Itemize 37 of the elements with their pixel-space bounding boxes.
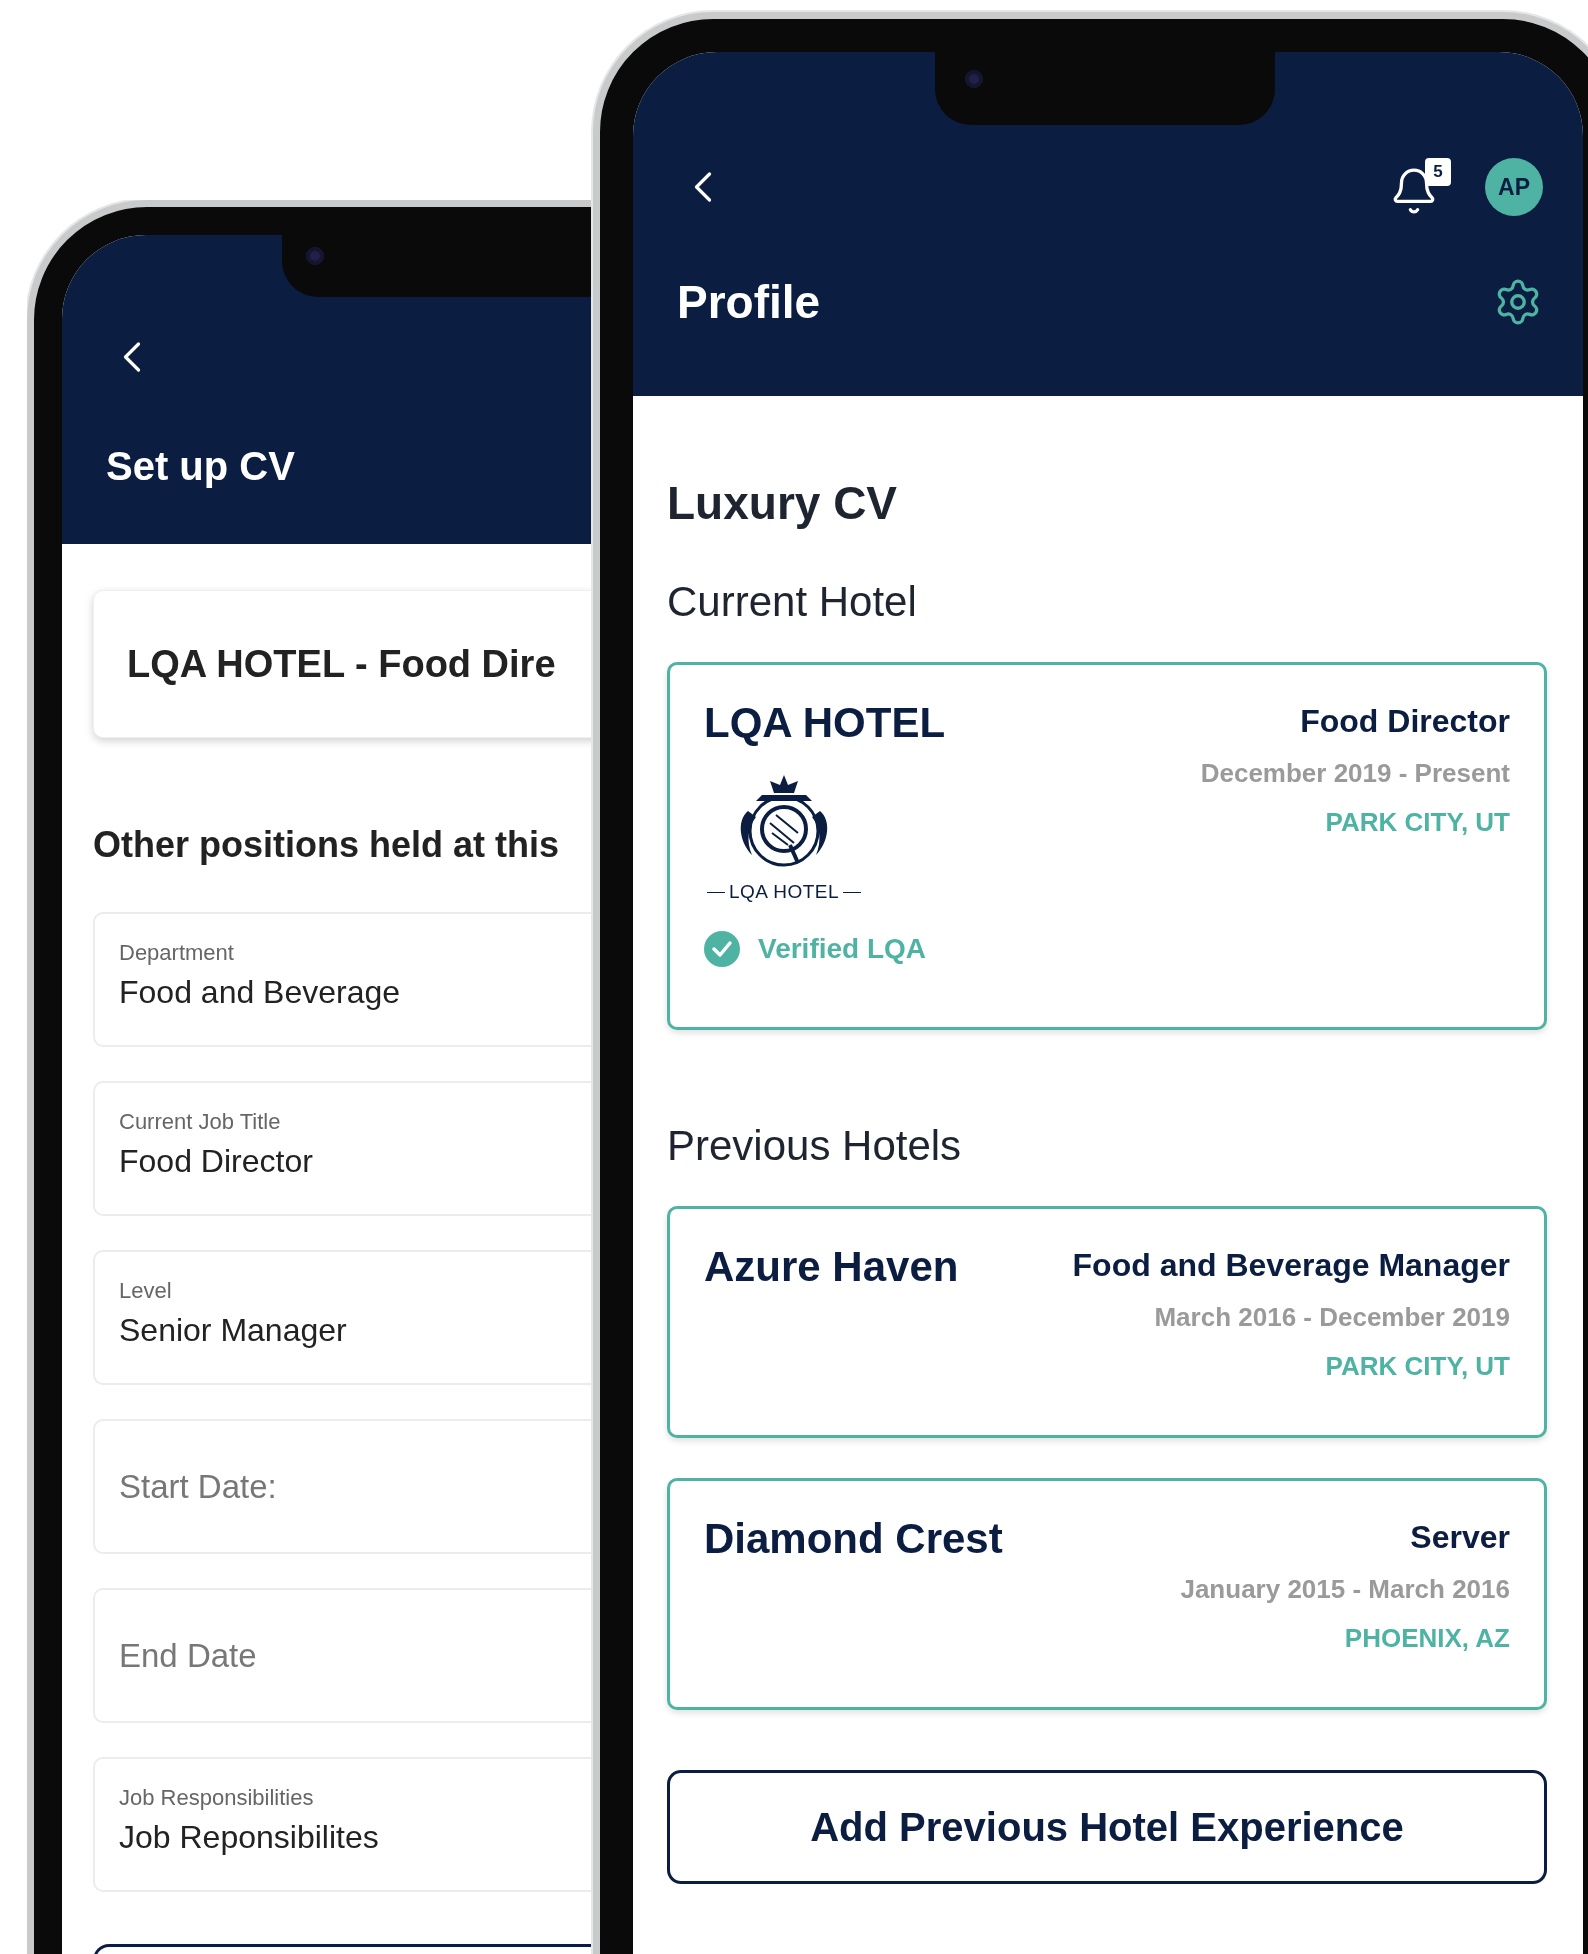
screen-title: Set up CV	[106, 444, 295, 489]
section-heading: Previous Hotels	[667, 1122, 963, 1170]
text-field[interactable]: Department Food and Beverage	[93, 912, 593, 1047]
notification-count: 5	[1425, 158, 1451, 186]
check-circle-icon	[704, 931, 740, 967]
hotel-card[interactable]: Azure Haven Food and Beverage Manager March 2016 - December 2019 PARK CITY, UT	[667, 1206, 1547, 1438]
page-title: Luxury CV	[667, 476, 899, 530]
avatar-button[interactable]: AP	[1485, 158, 1543, 216]
text-field[interactable]: Level Senior Manager	[93, 1250, 593, 1385]
date-field[interactable]: End Date	[93, 1588, 593, 1723]
hotel-name: LQA HOTEL	[704, 699, 946, 747]
section-heading: Current Hotel	[667, 578, 918, 626]
hotel-card[interactable]: Diamond Crest Server January 2015 - March 2016 PHOENIX, AZ	[667, 1478, 1547, 1710]
camera-icon	[306, 247, 324, 265]
hotel-location: PARK CITY, UT	[1325, 807, 1510, 838]
job-role: Food and Beverage Manager	[1072, 1247, 1510, 1284]
section-heading: Other positions held at this	[93, 824, 561, 866]
employment-dates: December 2019 - Present	[1200, 758, 1510, 789]
add-experience-button[interactable]: Add Previous Hotel Experience	[667, 1770, 1547, 1884]
text-field[interactable]: Current Job Title Food Director	[93, 1081, 593, 1216]
job-role: Food Director	[1300, 703, 1510, 740]
notification-bell-button[interactable]: 5	[1389, 158, 1451, 216]
hotel-card[interactable]: LQA HOTEL LQA HOTEL Verified LQA Food Director December 2019 - Present PARK CITY, UT	[667, 662, 1547, 1030]
screen-title: Profile	[677, 275, 821, 329]
hotel-name: Azure Haven	[704, 1243, 959, 1291]
job-role: Server	[1410, 1519, 1510, 1556]
camera-icon	[965, 70, 983, 88]
text-field[interactable]: Job Responsibilities Job Reponsibilites	[93, 1757, 593, 1892]
hotel-name: Diamond Crest	[704, 1515, 1003, 1563]
employment-dates: March 2016 - December 2019	[1154, 1302, 1510, 1333]
hotel-location: PARK CITY, UT	[1325, 1351, 1510, 1382]
hotel-location: PHOENIX, AZ	[1344, 1623, 1510, 1654]
position-card[interactable]: LQA HOTEL - Food Dire	[93, 590, 593, 738]
logo-caption: LQA HOTEL	[728, 881, 840, 903]
employment-dates: January 2015 - March 2016	[1180, 1574, 1510, 1605]
verified-label: Verified LQA	[758, 933, 927, 965]
date-field[interactable]: Start Date:	[93, 1419, 593, 1554]
